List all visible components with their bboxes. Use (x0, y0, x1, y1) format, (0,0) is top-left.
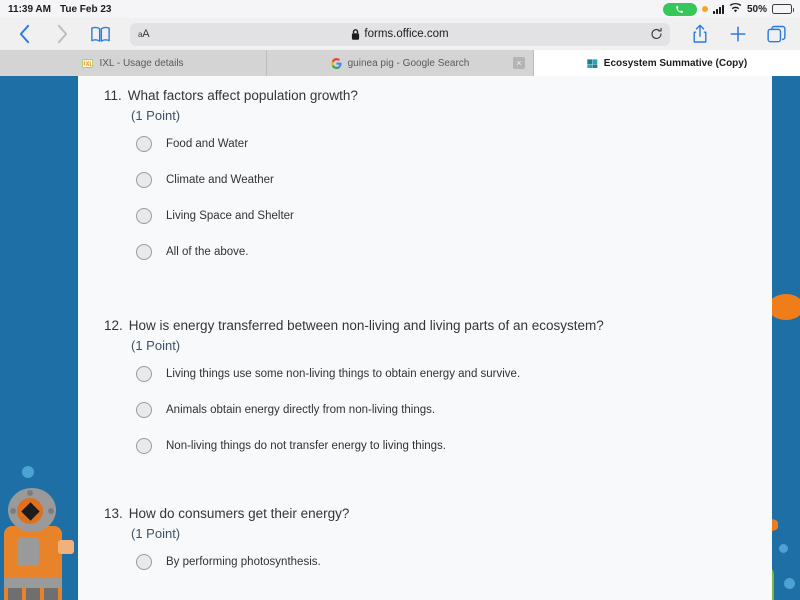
option-label: Animals obtain energy directly from non-… (166, 403, 436, 416)
ixl-favicon (82, 58, 94, 68)
close-icon[interactable]: × (513, 57, 525, 69)
question-number: 12. (104, 318, 123, 334)
option-row[interactable]: Living Space and Shelter (136, 208, 746, 225)
bubble-icon (784, 578, 795, 589)
option-label: Living Space and Shelter (166, 209, 294, 222)
tabs-overview-icon[interactable] (764, 22, 788, 46)
tab-strip: IXL - Usage details guinea pig - Google … (0, 50, 800, 76)
address-bar[interactable]: aaAA forms.office.com (130, 22, 670, 46)
chevron-left-icon[interactable] (12, 22, 36, 46)
radio-button[interactable] (136, 438, 152, 455)
reload-icon[interactable] (650, 27, 663, 41)
option-row[interactable]: Climate and Weather (136, 172, 746, 189)
lock-icon (351, 28, 360, 40)
phone-icon[interactable] (662, 2, 697, 16)
ios-status-bar: 11:39 AM Tue Feb 23 50% (0, 0, 800, 18)
microsoft-forms-favicon (587, 58, 598, 68)
question-number: 11. (104, 88, 122, 103)
google-favicon (330, 57, 342, 69)
option-list: By performing photosynthesis. (136, 554, 746, 571)
tab-label: IXL - Usage details (99, 57, 184, 69)
chevron-right-icon (50, 22, 74, 46)
question-points: (1 Point) (131, 337, 181, 353)
radio-button[interactable] (136, 244, 152, 261)
question-text: How do consumers get their energy? (128, 506, 350, 522)
option-label: Food and Water (166, 137, 249, 150)
wifi-icon (729, 2, 742, 16)
cellular-bars-icon (712, 4, 724, 14)
safari-toolbar: aaAA forms.office.com (0, 18, 800, 50)
question-points: (1 Point) (131, 525, 181, 541)
question-text: What factors affect population growth? (127, 88, 358, 103)
tab-label: guinea pig - Google Search (347, 57, 470, 69)
option-row[interactable]: Living things use some non-living things… (136, 366, 746, 383)
option-row[interactable]: Animals obtain energy directly from non-… (136, 402, 746, 419)
share-icon[interactable] (688, 22, 712, 46)
status-date: Tue Feb 23 (59, 3, 112, 15)
tab-label: Ecosystem Summative (Copy) (603, 57, 748, 69)
option-label: Non-living things do not transfer energy… (166, 439, 446, 452)
option-row[interactable]: Non-living things do not transfer energy… (136, 438, 746, 455)
option-label: Climate and Weather (166, 173, 274, 186)
radio-button[interactable] (136, 136, 152, 153)
diver-illustration (2, 488, 74, 600)
option-row[interactable]: Food and Water (136, 136, 746, 153)
question-points: (1 Point) (131, 107, 181, 123)
question-block: 11. What factors affect population growt… (104, 86, 746, 261)
radio-button[interactable] (136, 208, 152, 225)
browser-tab-ixl[interactable]: IXL - Usage details (0, 50, 267, 76)
option-row[interactable]: By performing photosynthesis. (136, 554, 746, 571)
radio-button[interactable] (136, 402, 152, 419)
browser-tab-ecosystem-summative[interactable]: Ecosystem Summative (Copy) (534, 50, 800, 76)
option-label: All of the above. (166, 245, 249, 258)
question-text: How is energy transferred between non-li… (128, 318, 604, 334)
radio-button[interactable] (136, 172, 152, 189)
option-label: By performing photosynthesis. (166, 555, 321, 568)
option-list: Food and Water Climate and Weather Livin… (136, 136, 746, 261)
option-label: Living things use some non-living things… (166, 367, 521, 380)
question-block: 12. How is energy transferred between no… (104, 316, 746, 455)
book-icon[interactable] (88, 22, 112, 46)
question-number: 13. (104, 506, 123, 522)
radio-button[interactable] (136, 554, 152, 571)
bubble-icon (779, 544, 788, 553)
orange-privacy-dot (701, 6, 708, 12)
option-list: Living things use some non-living things… (136, 366, 746, 455)
battery-percent: 50% (746, 3, 767, 15)
question-block: 13. How do consumers get their energy? (… (104, 504, 746, 571)
text-size-button[interactable]: aaAA (138, 28, 150, 40)
radio-button[interactable] (136, 366, 152, 383)
plus-icon[interactable] (726, 22, 750, 46)
bubble-icon (22, 466, 34, 478)
option-row[interactable]: All of the above. (136, 244, 746, 261)
status-time: 11:39 AM (8, 3, 51, 15)
browser-tab-google-search[interactable]: guinea pig - Google Search × (267, 50, 534, 76)
forms-page-content[interactable]: 11. What factors affect population growt… (78, 76, 772, 600)
ipad-screen: 11:39 AM Tue Feb 23 50% a A forms.office… (0, 0, 800, 600)
battery-icon (772, 4, 794, 14)
url-text: forms.office.com (364, 28, 449, 40)
